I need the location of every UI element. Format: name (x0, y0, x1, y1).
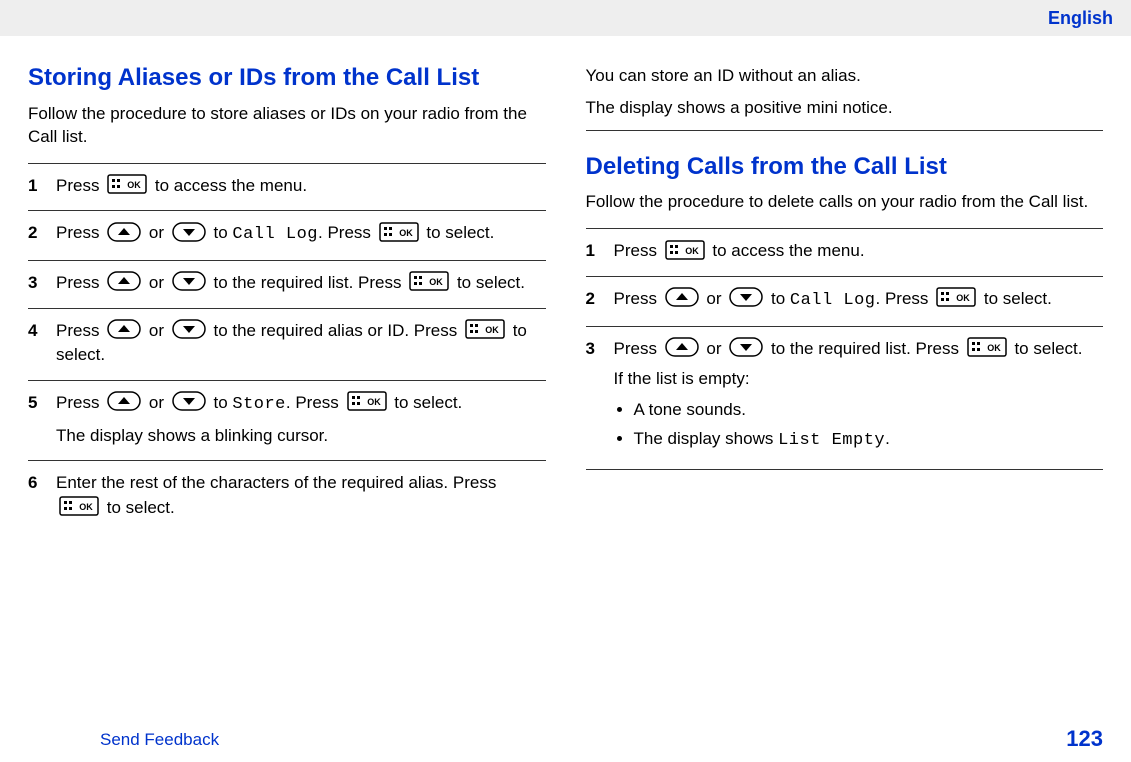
bullet-item: The display shows List Empty. (634, 427, 1104, 454)
step: 2Press or to Call Log. Press OK to selec… (586, 277, 1104, 327)
mono-text: Call Log (790, 291, 876, 310)
step: 1Press OK to access the menu. (586, 228, 1104, 277)
section2-steps: 1Press OK to access the menu.2Press or t… (586, 228, 1104, 470)
step-number: 1 (586, 239, 614, 264)
up-button-icon (665, 337, 699, 357)
send-feedback-link[interactable]: Send Feedback (100, 730, 219, 750)
down-button-icon (172, 222, 206, 242)
step-text: Press or to the required alias or ID. Pr… (56, 319, 546, 368)
step-number: 4 (28, 319, 56, 368)
step-bullets: A tone sounds. The display shows List Emp… (614, 398, 1104, 453)
step-text: Press or to the required list. Press OK … (614, 337, 1104, 362)
step: 5Press or to Store. Press OK to select. T… (28, 381, 546, 461)
svg-text:OK: OK (127, 180, 141, 190)
note-text: You can store an ID without an alias. (586, 64, 1104, 88)
up-button-icon (107, 391, 141, 411)
ok-button-icon: OK (347, 391, 387, 411)
step-text: Enter the rest of the characters of the … (56, 471, 546, 520)
left-column: Storing Aliases or IDs from the Call Lis… (28, 56, 546, 532)
down-button-icon (172, 391, 206, 411)
step-number: 1 (28, 174, 56, 199)
down-button-icon (729, 287, 763, 307)
section2-title: Deleting Calls from the Call List (586, 153, 1104, 182)
ok-button-icon: OK (379, 222, 419, 242)
page-content: Storing Aliases or IDs from the Call Lis… (0, 36, 1131, 762)
svg-text:OK: OK (79, 502, 93, 512)
language-label: English (1048, 8, 1113, 29)
up-button-icon (665, 287, 699, 307)
svg-text:OK: OK (987, 343, 1001, 353)
section1-title: Storing Aliases or IDs from the Call Lis… (28, 64, 546, 93)
divider (586, 130, 1104, 131)
step-text: Press or to the required list. Press OK … (56, 271, 546, 296)
down-button-icon (172, 271, 206, 291)
ok-button-icon: OK (107, 174, 147, 194)
ok-button-icon: OK (465, 319, 505, 339)
svg-text:OK: OK (685, 246, 699, 256)
right-column: You can store an ID without an alias. The… (586, 56, 1104, 532)
note-text: The display shows a positive mini notice… (586, 96, 1104, 120)
step-text: Press or to Call Log. Press OK to select… (614, 287, 1104, 314)
section1-notes: You can store an ID without an alias. The… (586, 56, 1104, 120)
step-note: If the list is empty: (614, 367, 1104, 392)
step-text: Press or to Call Log. Press OK to select… (56, 221, 546, 248)
step: 3Press or to the required list. Press OK… (586, 327, 1104, 471)
svg-text:OK: OK (956, 293, 970, 303)
down-button-icon (729, 337, 763, 357)
step-note: The display shows a blinking cursor. (56, 424, 546, 449)
step-number: 6 (28, 471, 56, 520)
step: 6Enter the rest of the characters of the… (28, 461, 546, 532)
step: 1Press OK to access the menu. (28, 163, 546, 212)
down-button-icon (172, 319, 206, 339)
mono-text: Store (232, 395, 286, 414)
svg-text:OK: OK (485, 325, 499, 335)
step-number: 3 (586, 337, 614, 458)
step-text: Press or to Store. Press OK to select. (56, 391, 546, 418)
step: 2Press or to Call Log. Press OK to selec… (28, 211, 546, 261)
svg-text:OK: OK (367, 397, 381, 407)
svg-text:OK: OK (429, 277, 443, 287)
step: 4Press or to the required alias or ID. P… (28, 309, 546, 381)
ok-button-icon: OK (409, 271, 449, 291)
up-button-icon (107, 319, 141, 339)
step-number: 2 (28, 221, 56, 248)
ok-button-icon: OK (967, 337, 1007, 357)
step-text: Press OK to access the menu. (614, 239, 1104, 264)
up-button-icon (107, 271, 141, 291)
up-button-icon (107, 222, 141, 242)
svg-text:OK: OK (399, 228, 413, 238)
section1-intro: Follow the procedure to store aliases or… (28, 103, 546, 149)
step-text: Press OK to access the menu. (56, 174, 546, 199)
ok-button-icon: OK (936, 287, 976, 307)
section1-steps: 1Press OK to access the menu.2Press or t… (28, 163, 546, 533)
step-number: 2 (586, 287, 614, 314)
step: 3Press or to the required list. Press OK… (28, 261, 546, 309)
ok-button-icon: OK (665, 240, 705, 260)
page-number: 123 (1066, 726, 1103, 752)
mono-text: Call Log (232, 225, 318, 244)
step-number: 5 (28, 391, 56, 448)
bullet-item: A tone sounds. (634, 398, 1104, 423)
step-number: 3 (28, 271, 56, 296)
ok-button-icon: OK (59, 496, 99, 516)
section2-intro: Follow the procedure to delete calls on … (586, 191, 1104, 214)
